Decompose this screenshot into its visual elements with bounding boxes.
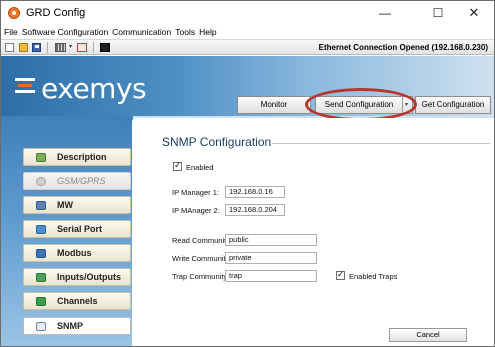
nav-label: SNMP [57,321,84,331]
page-title: SNMP Configuration [162,135,272,149]
chevron-down-icon[interactable]: ▾ [69,43,72,50]
nav-item-channels[interactable]: Channels [23,292,131,310]
nav-item-description[interactable]: Description [23,148,131,166]
ip-manager-2-label: IP MAnager 2: [172,206,220,215]
snmp-configuration-panel: SNMP Configuration ✓ Enabled IP Manager … [132,118,494,346]
toolbar-separator [47,42,48,53]
nav-label: GSM/GPRS [57,176,106,186]
highlight-annotation [305,88,417,121]
menu-software-configuration[interactable]: Software Configuration [22,26,108,38]
workspace: exemys Monitor Send Configuration ▾ Get … [1,56,494,346]
brand-logo-text: exemys [41,72,147,105]
modbus-icon [36,249,46,258]
menu-help[interactable]: Help [199,26,216,38]
minimize-button[interactable]: — [364,1,406,25]
enabled-traps-label: Enabled Traps [349,272,398,281]
new-file-icon[interactable] [5,43,14,52]
nav-label: Inputs/Outputs [57,272,121,282]
channels-icon [36,297,46,306]
gsm-icon [36,177,46,186]
cancel-button[interactable]: Cancel [389,328,467,342]
nav-label: Description [57,152,107,162]
open-folder-icon[interactable] [19,43,28,52]
menu-file[interactable]: File [4,26,18,38]
io-icon [36,273,46,282]
menu-bar: File Software Configuration Communicatio… [1,26,494,38]
monitor-button[interactable]: Monitor [237,96,311,114]
nav-item-modbus[interactable]: Modbus [23,244,131,262]
nav-item-snmp[interactable]: SNMP [23,317,131,335]
write-community-label: Write Community: [172,254,232,263]
title-bar: GRD Config — ☐ ✕ [1,1,494,25]
snmp-icon [36,322,46,331]
ip-manager-2-field[interactable]: 192.168.0.204 [225,204,285,216]
connection-status: Ethernet Connection Opened (192.168.0.23… [318,43,488,52]
trap-community-label: Trap Community: [172,272,230,281]
app-icon [8,7,20,19]
enabled-traps-checkbox[interactable]: ✓ [336,269,345,280]
nav-item-inputs-outputs[interactable]: Inputs/Outputs [23,268,131,286]
nav-label: Serial Port [57,224,103,234]
serial-port-icon [36,225,46,234]
title-divider [272,143,490,144]
menu-tools[interactable]: Tools [175,26,195,38]
write-community-field[interactable]: private [225,252,317,264]
toolbar: ▾ Ethernet Connection Opened (192.168.0.… [1,39,494,55]
nav-label: MW [57,200,73,210]
menu-communication[interactable]: Communication [112,26,171,38]
read-community-field[interactable]: public [225,234,317,246]
enabled-checkbox[interactable]: ✓ [173,160,182,171]
window-title: GRD Config [26,7,86,19]
mw-icon [36,201,46,210]
disconnect-icon[interactable] [77,43,87,52]
ip-manager-1-field[interactable]: 192.168.0.16 [225,186,285,198]
toolbar-separator [93,42,94,53]
trap-community-field[interactable]: trap [225,270,317,282]
enabled-label: Enabled [186,163,214,172]
checkmark-icon: ✓ [337,269,345,279]
nav-item-mw[interactable]: MW [23,196,131,214]
terminal-icon[interactable] [100,43,110,52]
close-button[interactable]: ✕ [453,1,494,25]
description-icon [36,153,46,162]
get-configuration-button[interactable]: Get Configuration [415,96,491,114]
nav-item-gsm-gprs[interactable]: GSM/GPRS [23,172,131,190]
nav-item-serial-port[interactable]: Serial Port [23,220,131,238]
ip-manager-1-label: IP Manager 1: [172,188,219,197]
nav-label: Channels [57,296,98,306]
save-icon[interactable] [32,43,41,52]
app-window: GRD Config — ☐ ✕ File Software Configura… [0,0,495,347]
nav-label: Modbus [57,248,92,258]
read-community-label: Read Community: [172,236,233,245]
exemys-logo-icon [15,78,35,94]
checkmark-icon: ✓ [174,160,182,170]
device-icon[interactable] [55,43,66,52]
